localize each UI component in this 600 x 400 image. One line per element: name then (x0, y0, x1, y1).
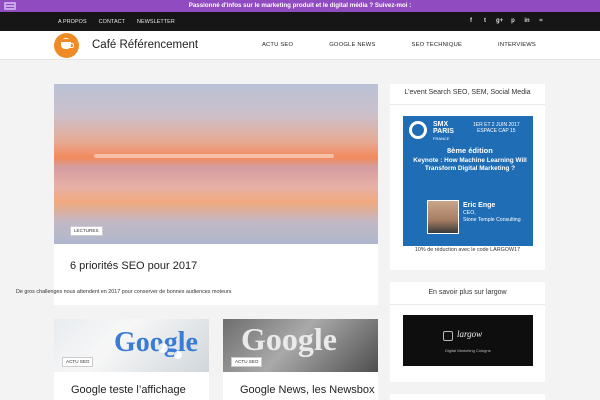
bokeh-dot (158, 343, 168, 353)
event-date: 1ER ET 2 JUIN 2017 ESPACE CAP 15 (473, 122, 520, 134)
largow-banner[interactable]: largow Digital Marketing Cologne (403, 315, 533, 366)
linkedin-icon[interactable]: in (524, 12, 530, 31)
site-header: Café Référencement ACTU SEO GOOGLE NEWS … (0, 31, 600, 60)
google-plus-icon[interactable]: g+ (496, 12, 503, 31)
category-tag[interactable]: ACTU SEO (231, 357, 263, 367)
bokeh-dot (174, 351, 182, 359)
smx-city: PARIS (433, 128, 454, 135)
featured-post-excerpt: De gros challenges nous attendent en 201… (16, 289, 232, 295)
speaker-photo (427, 200, 459, 234)
largow-name: largow (457, 329, 483, 339)
smx-banner[interactable]: SMX PARIS FRANCE 1ER ET 2 JUIN 2017 ESPA… (403, 116, 533, 246)
top-nav-newsletter[interactable]: NEWSLETTER (137, 19, 175, 25)
post-card[interactable]: Google ACTU SEO Google News, les Newsbox (223, 319, 378, 400)
promo-bar[interactable]: Passionné d'infos sur le marketing produ… (0, 0, 600, 12)
pinterest-icon[interactable]: p (510, 12, 516, 31)
top-bar: A PROPOS CONTACT NEWSLETTER f t g+ p in … (0, 12, 600, 31)
twitter-icon[interactable]: t (482, 12, 488, 31)
keynote-title: Keynote : How Machine Learning Will Tran… (413, 157, 527, 172)
rss-icon[interactable]: ≈ (538, 12, 544, 31)
nav-actu-seo[interactable]: ACTU SEO (262, 42, 293, 48)
featured-post-title[interactable]: 6 priorités SEO pour 2017 (70, 260, 197, 272)
largow-logo-icon (443, 331, 453, 341)
widget-title: En savoir plus sur largow (428, 289, 507, 296)
sunset-reflection (94, 154, 334, 158)
edition-label: 8ème édition (447, 146, 493, 155)
social-links: f t g+ p in ≈ (468, 12, 544, 31)
sidebar-widget-largow: En savoir plus sur largow largow Digital… (390, 282, 545, 382)
site-title[interactable]: Café Référencement (92, 31, 198, 59)
post-title[interactable]: Google News, les Newsbox (240, 384, 375, 396)
cup-icon (61, 42, 74, 49)
coffee-cup-icon[interactable] (54, 33, 79, 58)
smx-country: FRANCE (433, 136, 450, 141)
category-tag[interactable]: LECTURES (70, 226, 103, 236)
main-nav: ACTU SEO GOOGLE NEWS SEO TECHNIQUE INTER… (262, 31, 536, 59)
promo-code-text: 10% de réduction avec le code LARGOW17 (414, 247, 521, 253)
category-tag[interactable]: ACTU SEO (62, 357, 94, 367)
magnifier-icon (409, 121, 427, 139)
smx-name: SMX (433, 121, 449, 128)
sidebar-widget (390, 394, 545, 400)
top-nav-a-propos[interactable]: A PROPOS (58, 19, 87, 25)
smx-brand: SMX PARIS FRANCE (433, 121, 454, 142)
widget-title: L’event Search SEO, SEM, Social Media (404, 89, 531, 96)
event-venue: ESPACE CAP 15 (477, 128, 516, 134)
speaker-name: Eric Enge (463, 202, 496, 209)
post-card[interactable]: Google ACTU SEO Google teste l’affichage (54, 319, 209, 400)
featured-post-image[interactable] (54, 84, 378, 244)
post-title[interactable]: Google teste l’affichage (71, 384, 186, 396)
promo-text[interactable]: Passionné d'infos sur le marketing produ… (189, 2, 412, 9)
top-nav: A PROPOS CONTACT NEWSLETTER (58, 12, 175, 31)
sidebar-widget-smx: L’event Search SEO, SEM, Social Media SM… (390, 84, 545, 270)
menu-icon[interactable] (4, 2, 16, 10)
nav-interviews[interactable]: INTERVIEWS (498, 42, 536, 48)
speaker-role: CEO, (463, 210, 476, 216)
steam-icon (63, 38, 69, 41)
facebook-icon[interactable]: f (468, 12, 474, 31)
google-logo-image: Google (114, 327, 198, 358)
divider (390, 104, 545, 105)
top-nav-contact[interactable]: CONTACT (99, 19, 125, 25)
largow-subtitle: Digital Marketing Cologne (445, 348, 491, 353)
divider (390, 304, 545, 305)
nav-seo-technique[interactable]: SEO TECHNIQUE (412, 42, 463, 48)
google-logo-image: Google (241, 321, 337, 357)
speaker-info: Eric Enge CEO, Stone Temple Consulting (463, 201, 521, 224)
nav-google-news[interactable]: GOOGLE NEWS (329, 42, 375, 48)
speaker-company: Stone Temple Consulting (463, 217, 521, 223)
featured-post-card[interactable]: LECTURES 6 priorités SEO pour 2017 (54, 84, 378, 305)
